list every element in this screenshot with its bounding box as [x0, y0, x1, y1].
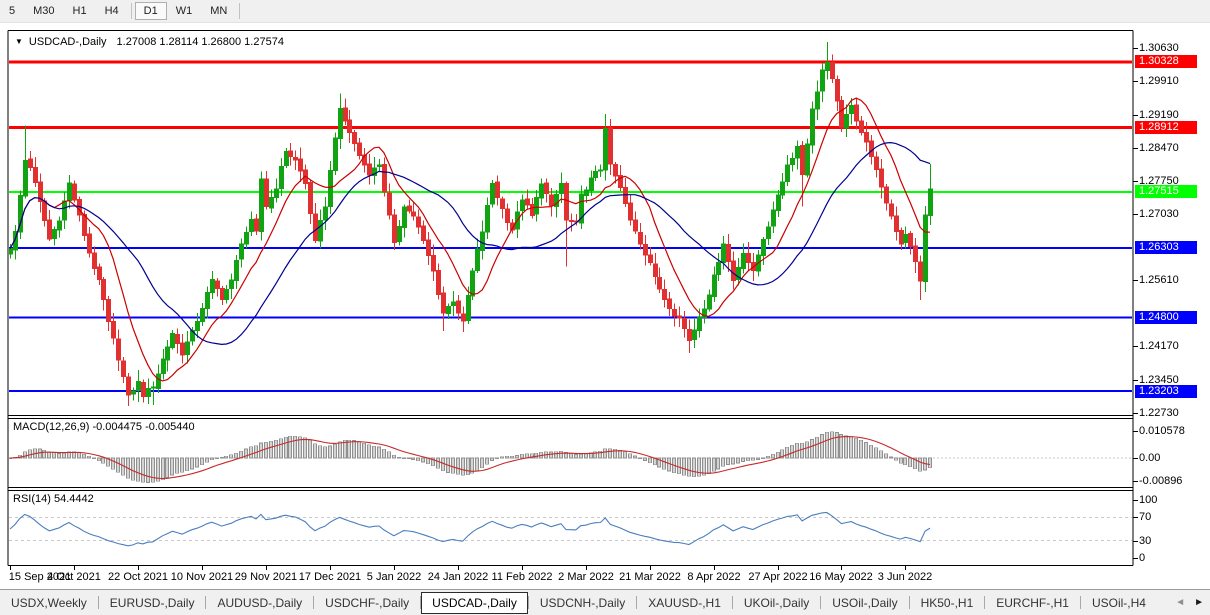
chart-ohlc-values: 1.27008 1.28114 1.26800 1.27574	[117, 36, 284, 48]
price-axis-tick-label: 1.29910	[1139, 75, 1179, 87]
chart-canvas[interactable]	[0, 0, 1210, 614]
price-axis-tick-label: 1.29190	[1139, 109, 1179, 121]
price-level-badge: 1.27515	[1135, 185, 1197, 198]
price-level-badge: 1.24800	[1135, 311, 1197, 324]
macd-axis-tick-label: 0.010578	[1139, 425, 1185, 437]
tab-usdcnh-daily[interactable]: USDCNH-,Daily	[529, 593, 636, 613]
chevron-down-icon[interactable]: ▼	[15, 37, 23, 46]
rsi-indicator-label: RSI(14) 54.4442	[13, 493, 94, 505]
tab-usdcad-daily[interactable]: USDCAD-,Daily	[421, 592, 528, 614]
price-axis-tick-label: 1.30630	[1139, 42, 1179, 54]
tab-eurusd-daily[interactable]: EURUSD-,Daily	[99, 593, 206, 613]
tab-scroll-arrows: ◄►	[1175, 597, 1204, 608]
macd-axis-tick-label: -0.00896	[1139, 475, 1182, 487]
tab-scroll-left-icon[interactable]: ◄	[1175, 597, 1185, 608]
macd-axis-tick-label: 0.00	[1139, 452, 1160, 464]
rsi-axis-tick-label: 70	[1139, 511, 1151, 523]
price-axis-tick-label: 1.22730	[1139, 407, 1179, 419]
date-axis-label: 2 Mar 2022	[548, 571, 624, 583]
chart-symbol-label: USDCAD-,Daily	[29, 36, 107, 48]
rsi-axis-tick-label: 30	[1139, 535, 1151, 547]
macd-indicator-label: MACD(12,26,9) -0.004475 -0.005440	[13, 421, 195, 433]
tab-audusd-daily[interactable]: AUDUSD-,Daily	[206, 593, 313, 613]
price-axis-tick-label: 1.28470	[1139, 142, 1179, 154]
price-axis-tick-label: 1.27030	[1139, 208, 1179, 220]
tab-scroll-right-icon[interactable]: ►	[1194, 597, 1204, 608]
price-level-badge: 1.23203	[1135, 385, 1197, 398]
symbol-tab-bar: USDX,WeeklyEURUSD-,DailyAUDUSD-,DailyUSD…	[0, 589, 1210, 615]
date-axis-label: 3 Jun 2022	[867, 571, 943, 583]
tab-ukoil-daily[interactable]: UKOil-,Daily	[733, 593, 820, 613]
chart-title: ▼ USDCAD-,Daily 1.27008 1.28114 1.26800 1.…	[15, 36, 284, 48]
tab-usoil-daily[interactable]: USOil-,Daily	[821, 593, 908, 613]
rsi-axis-tick-label: 100	[1139, 494, 1157, 506]
tab-hk50-h1[interactable]: HK50-,H1	[910, 593, 985, 613]
rsi-axis-tick-label: 0	[1139, 552, 1145, 564]
price-axis-tick-label: 1.24170	[1139, 340, 1179, 352]
price-axis-tick-label: 1.25610	[1139, 274, 1179, 286]
price-level-badge: 1.30328	[1135, 55, 1197, 68]
price-level-badge: 1.26303	[1135, 241, 1197, 254]
tab-eurchf-h1[interactable]: EURCHF-,H1	[985, 593, 1080, 613]
tab-usoil-h4[interactable]: USOil-,H4	[1081, 593, 1157, 613]
tab-usdx-weekly[interactable]: USDX,Weekly	[0, 593, 98, 613]
tab-xauusd-h1[interactable]: XAUUSD-,H1	[637, 593, 732, 613]
price-level-badge: 1.28912	[1135, 121, 1197, 134]
tab-usdchf-daily[interactable]: USDCHF-,Daily	[314, 593, 420, 613]
